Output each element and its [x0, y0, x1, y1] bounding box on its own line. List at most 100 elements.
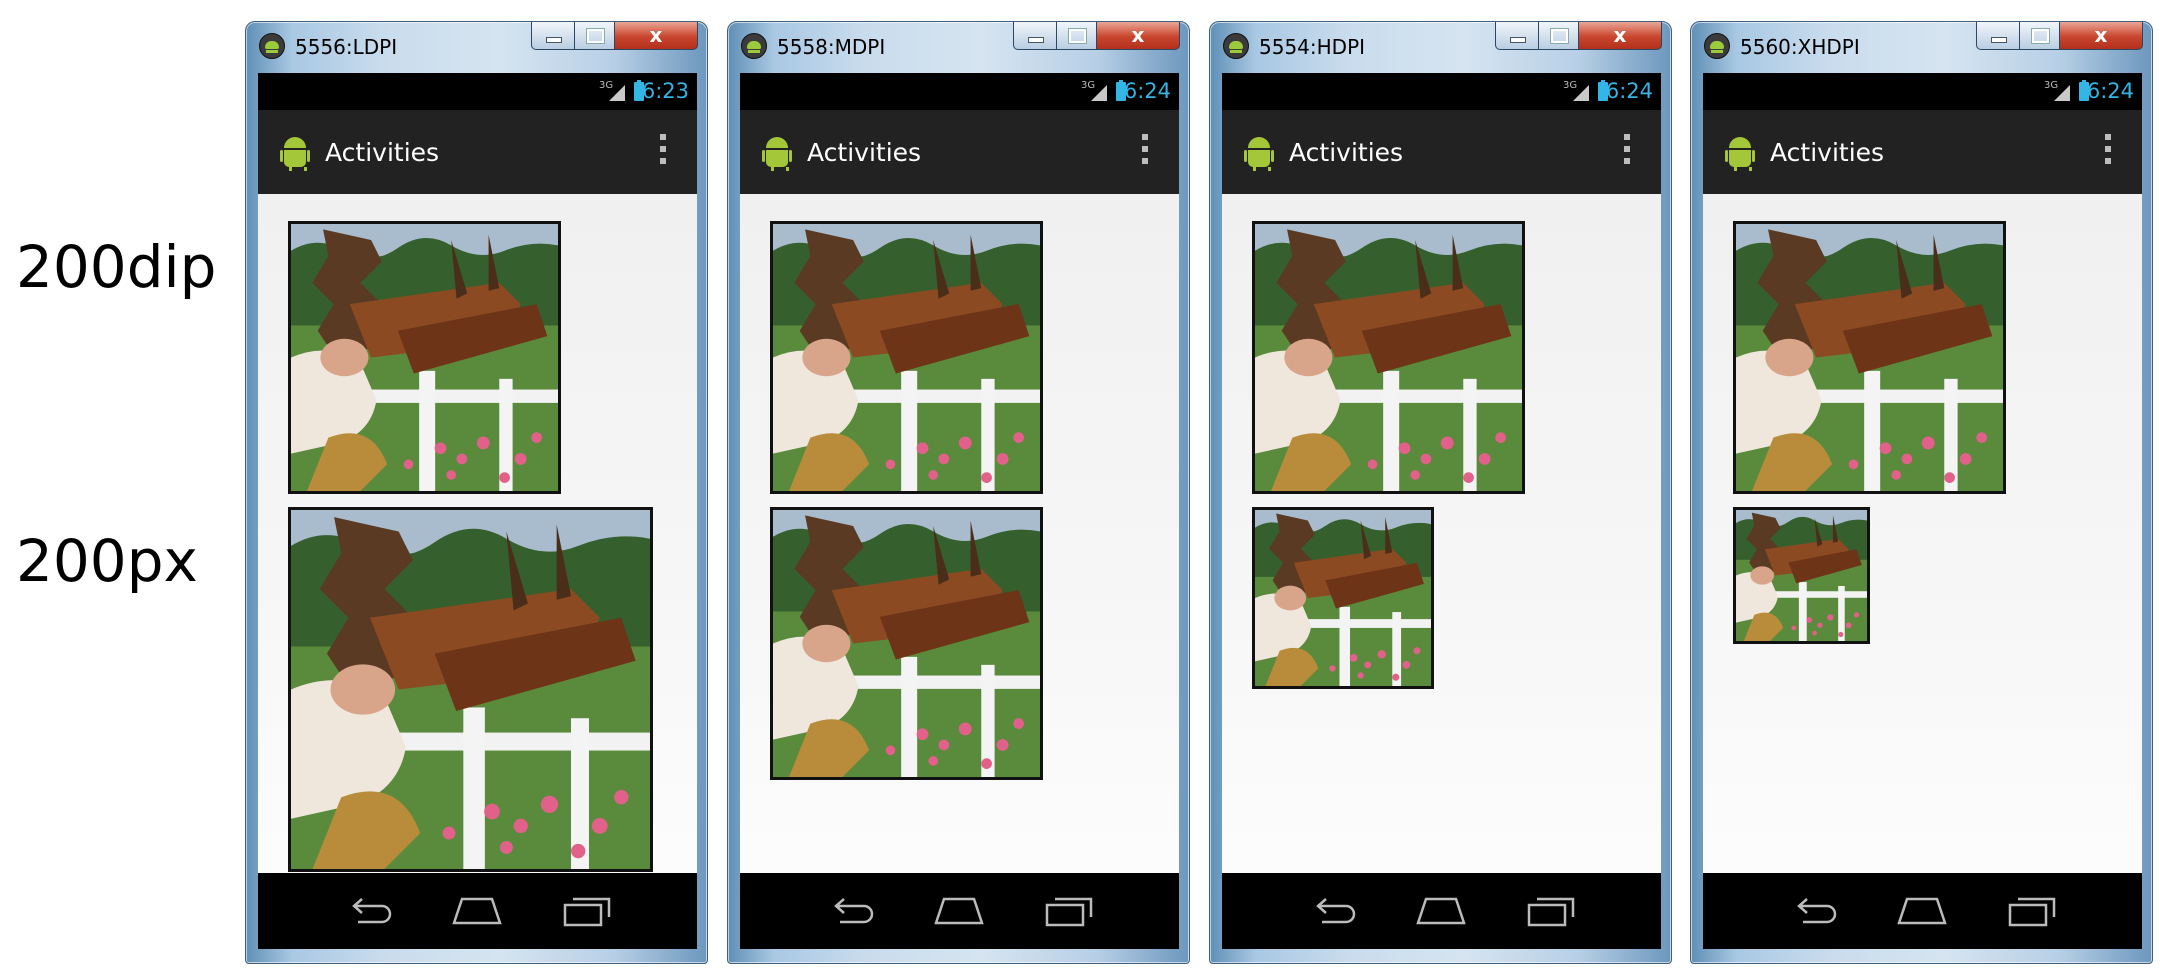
back-icon[interactable] — [1308, 889, 1362, 929]
activity-content — [258, 194, 697, 906]
status-clock: 6:24 — [1123, 79, 1171, 103]
recent-apps-icon[interactable] — [561, 889, 615, 929]
minimize-icon — [1991, 37, 2007, 43]
home-icon[interactable] — [450, 889, 504, 929]
minimize-button[interactable] — [1976, 22, 2020, 50]
recent-apps-icon[interactable] — [1043, 889, 1097, 929]
overflow-menu-icon[interactable] — [660, 134, 666, 172]
image-200dip — [1252, 221, 1525, 494]
maximize-button[interactable] — [575, 22, 615, 50]
minimize-button[interactable] — [531, 22, 575, 50]
home-icon[interactable] — [1414, 889, 1468, 929]
overflow-menu-icon[interactable] — [2105, 134, 2111, 172]
action-bar: Activities — [1703, 110, 2142, 194]
emulator-app-icon — [259, 33, 285, 59]
image-200px — [770, 507, 1043, 780]
status-clock: 6:23 — [641, 79, 689, 103]
android-app-icon[interactable] — [762, 137, 792, 171]
window-title: 5556:LDPI — [295, 35, 398, 59]
status-bar: 3G 6:24 — [740, 73, 1179, 110]
navigation-bar — [1703, 873, 2142, 949]
close-icon: x — [649, 23, 663, 47]
device-screen[interactable]: 3G 6:24 Activities — [1703, 73, 2142, 949]
row-label-200px: 200px — [16, 527, 198, 595]
status-bar: 3G 6:23 — [258, 73, 697, 110]
navigation-bar — [258, 873, 697, 949]
window-titlebar[interactable]: 5560:XHDPI x — [1691, 22, 2152, 67]
emulator-app-icon — [1704, 33, 1730, 59]
window-title: 5558:MDPI — [777, 35, 886, 59]
window-titlebar[interactable]: 5558:MDPI x — [728, 22, 1189, 67]
device-screen[interactable]: 3G 6:23 Activities — [258, 73, 697, 949]
action-bar-title: Activities — [807, 138, 922, 167]
device-screen[interactable]: 3G 6:24 Activities — [1222, 73, 1661, 949]
back-icon[interactable] — [344, 889, 398, 929]
navigation-bar — [1222, 873, 1661, 949]
recent-apps-icon[interactable] — [1525, 889, 1579, 929]
device-screen[interactable]: 3G 6:24 Activities — [740, 73, 1179, 949]
minimize-icon — [1028, 37, 1044, 43]
close-icon: x — [1131, 23, 1145, 47]
close-button[interactable]: x — [1097, 22, 1180, 50]
action-bar: Activities — [1222, 110, 1661, 194]
signal-icon: 3G — [599, 80, 625, 101]
emulator-window-mdpi[interactable]: 5558:MDPI x 3G 6:24 Activities — [727, 21, 1190, 964]
minimize-button[interactable] — [1013, 22, 1057, 50]
status-clock: 6:24 — [2086, 79, 2134, 103]
back-icon[interactable] — [1789, 889, 1843, 929]
minimize-button[interactable] — [1495, 22, 1539, 50]
close-icon: x — [1613, 23, 1627, 47]
emulator-app-icon — [1223, 33, 1249, 59]
close-icon: x — [2094, 23, 2108, 47]
overflow-menu-icon[interactable] — [1142, 134, 1148, 172]
image-200dip — [770, 221, 1043, 494]
status-bar: 3G 6:24 — [1222, 73, 1661, 110]
minimize-icon — [546, 37, 562, 43]
activity-content — [1222, 194, 1661, 906]
window-title: 5560:XHDPI — [1740, 35, 1860, 59]
image-200px — [1252, 507, 1434, 689]
row-label-200dip: 200dip — [16, 233, 217, 301]
action-bar-title: Activities — [1770, 138, 1885, 167]
minimize-icon — [1510, 37, 1526, 43]
image-200px — [288, 507, 653, 872]
status-clock: 6:24 — [1605, 79, 1653, 103]
emulator-window-hdpi[interactable]: 5554:HDPI x 3G 6:24 Activities — [1209, 21, 1672, 964]
window-titlebar[interactable]: 5554:HDPI x — [1210, 22, 1671, 67]
android-app-icon[interactable] — [280, 137, 310, 171]
maximize-button[interactable] — [1539, 22, 1579, 50]
emulator-window-xhdpi[interactable]: 5560:XHDPI x 3G 6:24 Activities — [1690, 21, 2153, 964]
action-bar: Activities — [258, 110, 697, 194]
maximize-icon — [586, 28, 605, 44]
recent-apps-icon[interactable] — [2006, 889, 2060, 929]
close-button[interactable]: x — [2060, 22, 2143, 50]
close-button[interactable]: x — [615, 22, 698, 50]
overflow-menu-icon[interactable] — [1624, 134, 1630, 172]
image-200dip — [1733, 221, 2006, 494]
action-bar: Activities — [740, 110, 1179, 194]
navigation-bar — [740, 873, 1179, 949]
maximize-icon — [1550, 28, 1569, 44]
maximize-button[interactable] — [2020, 22, 2060, 50]
action-bar-title: Activities — [325, 138, 440, 167]
signal-icon: 3G — [1081, 80, 1107, 101]
back-icon[interactable] — [826, 889, 880, 929]
window-titlebar[interactable]: 5556:LDPI x — [246, 22, 707, 67]
activity-content — [1703, 194, 2142, 906]
android-app-icon[interactable] — [1244, 137, 1274, 171]
window-title: 5554:HDPI — [1259, 35, 1366, 59]
android-app-icon[interactable] — [1725, 137, 1755, 171]
emulator-window-ldpi[interactable]: 5556:LDPI x 3G 6:23 Activities — [245, 21, 708, 964]
home-icon[interactable] — [1895, 889, 1949, 929]
image-200px — [1733, 507, 1870, 644]
image-200dip — [288, 221, 561, 494]
close-button[interactable]: x — [1579, 22, 1662, 50]
signal-icon: 3G — [2044, 80, 2070, 101]
status-bar: 3G 6:24 — [1703, 73, 2142, 110]
home-icon[interactable] — [932, 889, 986, 929]
maximize-icon — [2031, 28, 2050, 44]
signal-icon: 3G — [1563, 80, 1589, 101]
maximize-button[interactable] — [1057, 22, 1097, 50]
action-bar-title: Activities — [1289, 138, 1404, 167]
maximize-icon — [1068, 28, 1087, 44]
